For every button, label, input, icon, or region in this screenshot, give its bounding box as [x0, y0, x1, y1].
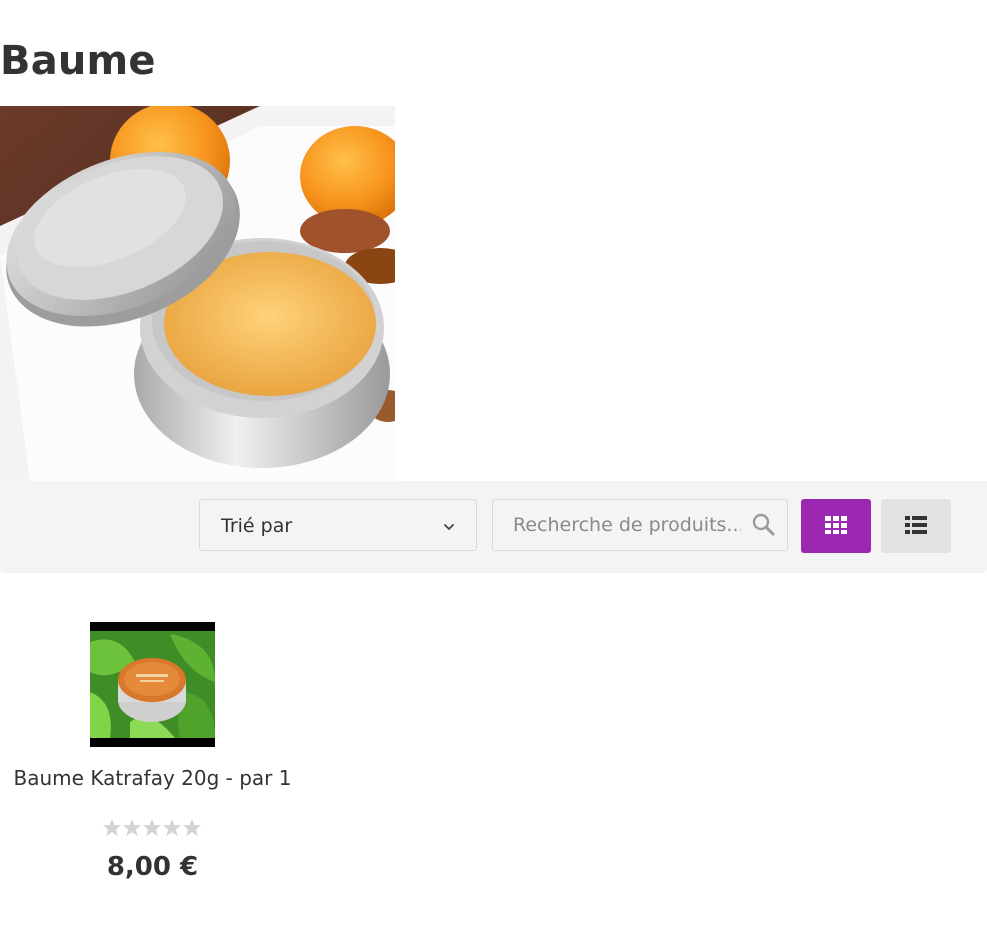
- chevron-down-icon: [444, 524, 454, 530]
- page: Baume Trié par Recherche de produits... …: [0, 0, 987, 942]
- sort-dropdown[interactable]: Trié par: [199, 499, 477, 551]
- product-toolbar: Trié par: [0, 481, 987, 573]
- balm-tin-illustration: [0, 106, 395, 481]
- grid-view-button[interactable]: [801, 499, 871, 553]
- grid-icon: [825, 516, 847, 534]
- star-rating: [103, 819, 201, 836]
- product-photo: [90, 622, 215, 747]
- list-icon: [905, 516, 927, 534]
- category-image: [0, 106, 395, 481]
- sort-dropdown-label: Trié par: [221, 515, 293, 537]
- product-name[interactable]: Baume Katrafay 20g - par 1: [0, 766, 305, 790]
- star-icon: [103, 819, 121, 836]
- star-icon: [123, 819, 141, 836]
- star-icon: [143, 819, 161, 836]
- product-price: 8,00 €: [106, 852, 199, 882]
- search-input[interactable]: [493, 500, 743, 550]
- product-image[interactable]: [90, 622, 215, 747]
- page-title: Baume: [0, 38, 156, 84]
- list-view-button[interactable]: [881, 499, 951, 553]
- star-icon: [183, 819, 201, 836]
- search-icon[interactable]: [751, 512, 777, 538]
- star-icon: [163, 819, 181, 836]
- product-search: [492, 499, 788, 551]
